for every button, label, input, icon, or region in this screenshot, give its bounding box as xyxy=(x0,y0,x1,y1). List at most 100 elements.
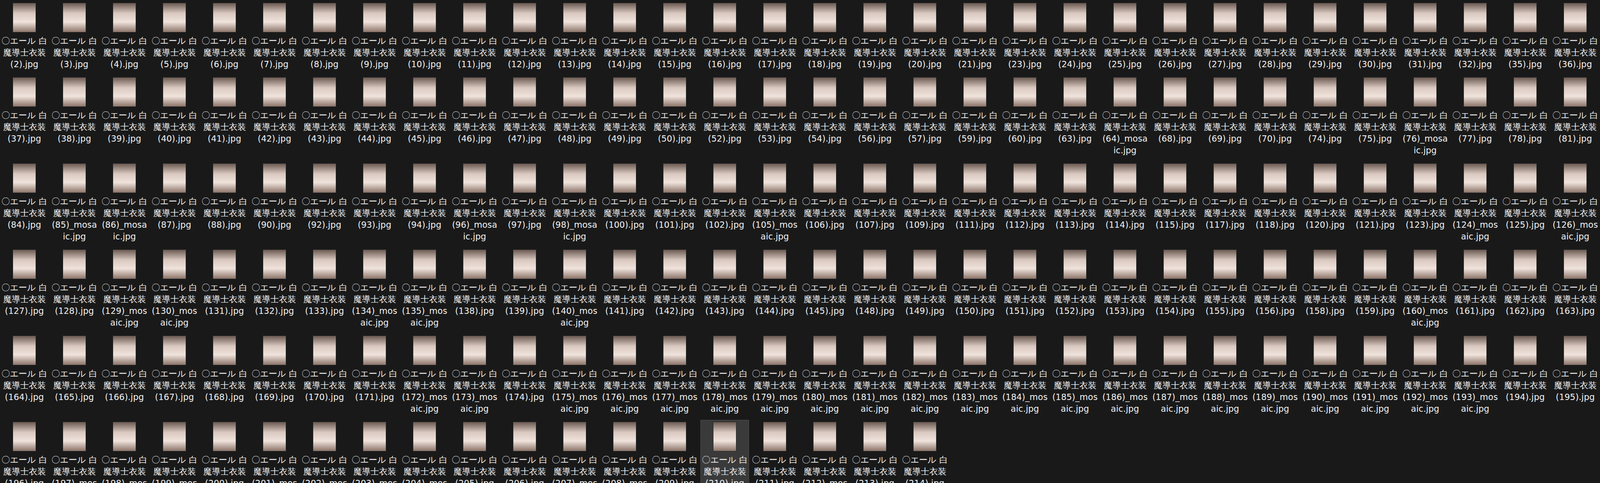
file-item[interactable]: 〇エール 白魔導士衣装 (10).jpg xyxy=(400,0,449,72)
file-item[interactable]: 〇エール 白魔導士衣装 (180)_mosaic.jpg xyxy=(800,333,850,416)
file-item[interactable]: 〇エール 白魔導士衣装 (120).jpg xyxy=(1300,161,1350,233)
file-item[interactable]: 〇エール 白魔導士衣装 (109).jpg xyxy=(900,161,950,233)
file-item[interactable]: 〇エール 白魔導士衣装 (167).jpg xyxy=(150,333,199,405)
file-item[interactable]: 〇エール 白魔導士衣装 (11).jpg xyxy=(450,0,499,72)
file-item[interactable]: 〇エール 白魔導士衣装 (211).jpg xyxy=(750,419,800,483)
file-item[interactable]: 〇エール 白魔導士衣装 (9).jpg xyxy=(350,0,399,72)
file-item[interactable]: 〇エール 白魔導士衣装 (203)_mosaic.jpg xyxy=(350,419,399,483)
file-item[interactable]: 〇エール 白魔導士衣装 (199)_mosaic.jpg xyxy=(150,419,199,483)
file-item[interactable]: 〇エール 白魔導士衣装 (43).jpg xyxy=(300,75,349,147)
file-item[interactable]: 〇エール 白魔導士衣装 (115).jpg xyxy=(1150,161,1200,233)
file-item[interactable]: 〇エール 白魔導士衣装 (64)_mosaic.jpg xyxy=(1100,75,1150,158)
file-item[interactable]: 〇エール 白魔導士衣装 (208)_mosaic.jpg xyxy=(600,419,650,483)
file-item[interactable]: 〇エール 白魔導士衣装 (166).jpg xyxy=(100,333,149,405)
file-item[interactable]: 〇エール 白魔導士衣装 (50).jpg xyxy=(650,75,700,147)
file-item[interactable]: 〇エール 白魔導士衣装 (151).jpg xyxy=(1000,247,1050,319)
file-item[interactable]: 〇エール 白魔導士衣装 (68).jpg xyxy=(1150,75,1200,147)
file-item[interactable]: 〇エール 白魔導士衣装 (81).jpg xyxy=(1550,75,1600,147)
file-item[interactable]: 〇エール 白魔導士衣装 (30).jpg xyxy=(1350,0,1400,72)
file-item[interactable]: 〇エール 白魔導士衣装 (28).jpg xyxy=(1250,0,1300,72)
file-item[interactable]: 〇エール 白魔導士衣装 (8).jpg xyxy=(300,0,349,72)
file-item[interactable]: 〇エール 白魔導士衣装 (14).jpg xyxy=(600,0,650,72)
file-item[interactable]: 〇エール 白魔導士衣装 (74).jpg xyxy=(1300,75,1350,147)
file-item[interactable]: 〇エール 白魔導士衣装 (144).jpg xyxy=(750,247,800,319)
file-item[interactable]: 〇エール 白魔導士衣装 (134)_mosaic.jpg xyxy=(350,247,399,330)
file-item[interactable]: 〇エール 白魔導士衣装 (36).jpg xyxy=(1550,0,1600,72)
file-item[interactable]: 〇エール 白魔導士衣装 (27).jpg xyxy=(1200,0,1250,72)
file-item[interactable]: 〇エール 白魔導士衣装 (186)_mosaic.jpg xyxy=(1100,333,1150,416)
file-item[interactable]: 〇エール 白魔導士衣装 (70).jpg xyxy=(1250,75,1300,147)
file-item[interactable]: 〇エール 白魔導士衣装 (88).jpg xyxy=(200,161,249,233)
file-item[interactable]: 〇エール 白魔導士衣装 (131).jpg xyxy=(200,247,249,319)
file-item[interactable]: 〇エール 白魔導士衣装 (184)_mosaic.jpg xyxy=(1000,333,1050,416)
file-item[interactable]: 〇エール 白魔導士衣装 (123).jpg xyxy=(1400,161,1450,233)
file-item[interactable]: 〇エール 白魔導士衣装 (133).jpg xyxy=(300,247,349,319)
file-item[interactable]: 〇エール 白魔導士衣装 (194).jpg xyxy=(1500,333,1550,405)
file-item[interactable]: 〇エール 白魔導士衣装 (77).jpg xyxy=(1450,75,1500,147)
file-item[interactable]: 〇エール 白魔導士衣装 (85)_mosaic.jpg xyxy=(50,161,99,244)
file-item[interactable]: 〇エール 白魔導士衣装 (152).jpg xyxy=(1050,247,1100,319)
file-item[interactable]: 〇エール 白魔導士衣装 (21).jpg xyxy=(950,0,1000,72)
file-item[interactable]: 〇エール 白魔導士衣装 (15).jpg xyxy=(650,0,700,72)
file-item[interactable]: 〇エール 白魔導士衣装 (35).jpg xyxy=(1500,0,1550,72)
file-item[interactable]: 〇エール 白魔導士衣装 (20).jpg xyxy=(900,0,950,72)
file-item[interactable]: 〇エール 白魔導士衣装 (75).jpg xyxy=(1350,75,1400,147)
file-item[interactable]: 〇エール 白魔導士衣装 (19).jpg xyxy=(850,0,900,72)
file-item[interactable]: 〇エール 白魔導士衣装 (214).jpg xyxy=(900,419,950,483)
file-item[interactable]: 〇エール 白魔導士衣装 (207)_mosaic.jpg xyxy=(550,419,599,483)
file-item[interactable]: 〇エール 白魔導士衣装 (52).jpg xyxy=(700,75,750,147)
file-item[interactable]: 〇エール 白魔導士衣装 (101).jpg xyxy=(650,161,700,233)
file-item[interactable]: 〇エール 白魔導士衣装 (6).jpg xyxy=(200,0,249,72)
file-item[interactable]: 〇エール 白魔導士衣装 (205).jpg xyxy=(450,419,499,483)
file-item[interactable]: 〇エール 白魔導士衣装 (114).jpg xyxy=(1100,161,1150,233)
file-item[interactable]: 〇エール 白魔導士衣装 (96)_mosaic.jpg xyxy=(450,161,499,244)
file-item[interactable]: 〇エール 白魔導士衣装 (143).jpg xyxy=(700,247,750,319)
file-item[interactable]: 〇エール 白魔導士衣装 (206).jpg xyxy=(500,419,549,483)
file-item[interactable]: 〇エール 白魔導士衣装 (164).jpg xyxy=(0,333,49,405)
file-item[interactable]: 〇エール 白魔導士衣装 (209).jpg xyxy=(650,419,700,483)
file-item[interactable]: 〇エール 白魔導士衣装 (178)_mosaic.jpg xyxy=(700,333,750,416)
file-item[interactable]: 〇エール 白魔導士衣装 (163).jpg xyxy=(1550,247,1600,319)
file-item[interactable]: 〇エール 白魔導士衣装 (212)_mosaic.jpg xyxy=(800,419,850,483)
file-item[interactable]: 〇エール 白魔導士衣装 (97).jpg xyxy=(500,161,549,233)
file-item[interactable]: 〇エール 白魔導士衣装 (200).jpg xyxy=(200,419,249,483)
file-item[interactable]: 〇エール 白魔導士衣装 (126)_mosaic.jpg xyxy=(1550,161,1600,244)
file-item[interactable]: 〇エール 白魔導士衣装 (191)_mosaic.jpg xyxy=(1350,333,1400,416)
file-item[interactable]: 〇エール 白魔導士衣装 (16).jpg xyxy=(700,0,750,72)
file-item[interactable]: 〇エール 白魔導士衣装 (132).jpg xyxy=(250,247,299,319)
file-item[interactable]: 〇エール 白魔導士衣装 (162).jpg xyxy=(1500,247,1550,319)
file-item[interactable]: 〇エール 白魔導士衣装 (45).jpg xyxy=(400,75,449,147)
file-item[interactable]: 〇エール 白魔導士衣装 (129)_mosaic.jpg xyxy=(100,247,149,330)
file-item[interactable]: 〇エール 白魔導士衣装 (18).jpg xyxy=(800,0,850,72)
file-item[interactable]: 〇エール 白魔導士衣装 (135)_mosaic.jpg xyxy=(400,247,449,330)
file-item[interactable]: 〇エール 白魔導士衣装 (37).jpg xyxy=(0,75,49,147)
file-item[interactable]: 〇エール 白魔導士衣装 (210).jpg xyxy=(700,419,750,483)
file-item[interactable]: 〇エール 白魔導士衣装 (149).jpg xyxy=(900,247,950,319)
file-item[interactable]: 〇エール 白魔導士衣装 (59).jpg xyxy=(950,75,1000,147)
file-item[interactable]: 〇エール 白魔導士衣装 (53).jpg xyxy=(750,75,800,147)
file-item[interactable]: 〇エール 白魔導士衣装 (128).jpg xyxy=(50,247,99,319)
file-item[interactable]: 〇エール 白魔導士衣装 (193)_mosaic.jpg xyxy=(1450,333,1500,416)
file-item[interactable]: 〇エール 白魔導士衣装 (60).jpg xyxy=(1000,75,1050,147)
file-item[interactable]: 〇エール 白魔導士衣装 (139).jpg xyxy=(500,247,549,319)
file-item[interactable]: 〇エール 白魔導士衣装 (47).jpg xyxy=(500,75,549,147)
file-item[interactable]: 〇エール 白魔導士衣装 (32).jpg xyxy=(1450,0,1500,72)
file-item[interactable]: 〇エール 白魔導士衣装 (106).jpg xyxy=(800,161,850,233)
file-item[interactable]: 〇エール 白魔導士衣装 (189)_mosaic.jpg xyxy=(1250,333,1300,416)
file-item[interactable]: 〇エール 白魔導士衣装 (105)_mosaic.jpg xyxy=(750,161,800,244)
file-item[interactable]: 〇エール 白魔導士衣装 (13).jpg xyxy=(550,0,599,72)
file-item[interactable]: 〇エール 白魔導士衣装 (202)_mosaic.jpg xyxy=(300,419,349,483)
file-item[interactable]: 〇エール 白魔導士衣装 (156).jpg xyxy=(1250,247,1300,319)
file-item[interactable]: 〇エール 白魔導士衣装 (107).jpg xyxy=(850,161,900,233)
file-item[interactable]: 〇エール 白魔導士衣装 (159).jpg xyxy=(1350,247,1400,319)
file-item[interactable]: 〇エール 白魔導士衣装 (160)_mosaic.jpg xyxy=(1400,247,1450,330)
file-item[interactable]: 〇エール 白魔導士衣装 (154).jpg xyxy=(1150,247,1200,319)
file-item[interactable]: 〇エール 白魔導士衣装 (2).jpg xyxy=(0,0,49,72)
file-item[interactable]: 〇エール 白魔導士衣装 (93).jpg xyxy=(350,161,399,233)
file-item[interactable]: 〇エール 白魔導士衣装 (142).jpg xyxy=(650,247,700,319)
file-item[interactable]: 〇エール 白魔導士衣装 (113).jpg xyxy=(1050,161,1100,233)
file-item[interactable]: 〇エール 白魔導士衣装 (140)_mosaic.jpg xyxy=(550,247,599,330)
file-item[interactable]: 〇エール 白魔導士衣装 (118).jpg xyxy=(1250,161,1300,233)
file-item[interactable]: 〇エール 白魔導士衣装 (5).jpg xyxy=(150,0,199,72)
file-item[interactable]: 〇エール 白魔導士衣装 (161).jpg xyxy=(1450,247,1500,319)
